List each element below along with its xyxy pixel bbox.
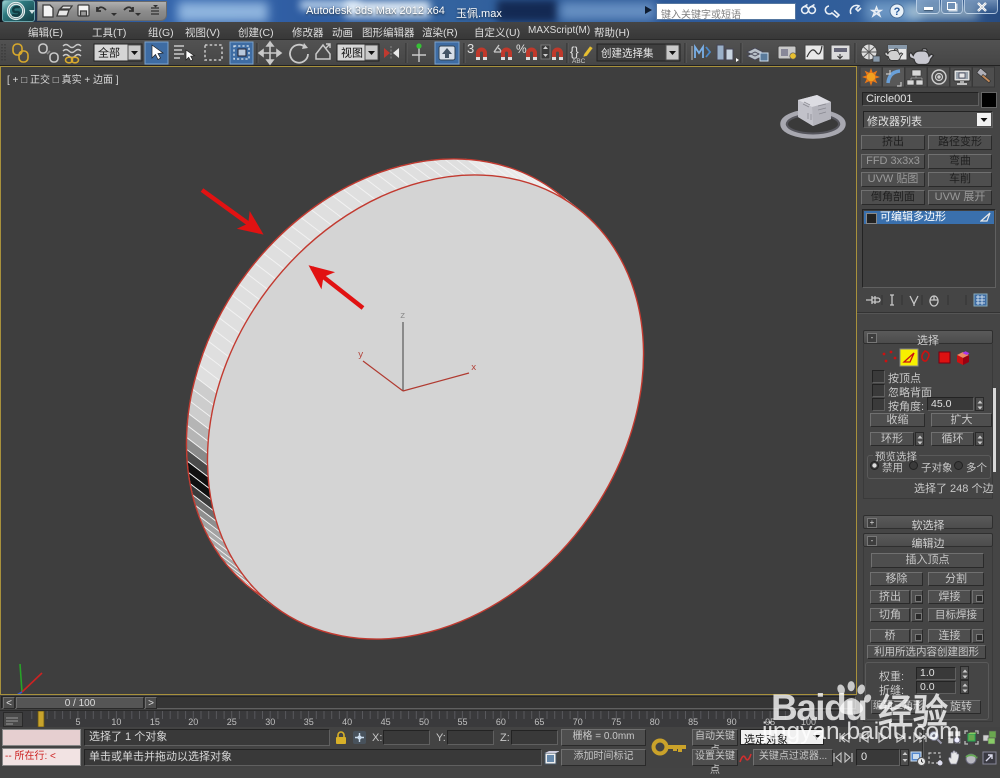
svg-text:40: 40 (342, 717, 352, 727)
svg-text:70: 70 (573, 717, 583, 727)
svg-text:ABC: ABC (572, 58, 586, 65)
svg-text:45: 45 (381, 717, 391, 727)
svg-text:50: 50 (419, 717, 429, 727)
svg-text:25: 25 (227, 717, 237, 727)
svg-text:30: 30 (265, 717, 275, 727)
svg-text:3: 3 (467, 41, 474, 56)
svg-text:全部: 全部 (98, 46, 120, 60)
svg-text:100: 100 (801, 717, 816, 727)
svg-text:35: 35 (304, 717, 314, 727)
svg-text:55: 55 (457, 717, 467, 727)
svg-text:15: 15 (150, 717, 160, 727)
svg-text:85: 85 (688, 717, 698, 727)
svg-text:80: 80 (650, 717, 660, 727)
svg-text:60: 60 (496, 717, 506, 727)
svg-text:?: ? (894, 6, 901, 18)
svg-text:65: 65 (534, 717, 544, 727)
svg-text:5: 5 (75, 717, 80, 727)
svg-text:75: 75 (611, 717, 621, 727)
svg-text:y: y (358, 350, 364, 360)
svg-text:创建选择集: 创建选择集 (601, 47, 654, 60)
svg-text:90: 90 (727, 717, 737, 727)
svg-text:20: 20 (188, 717, 198, 727)
svg-text:10: 10 (111, 717, 121, 727)
svg-text:{}: {} (570, 44, 579, 59)
svg-text:视图: 视图 (341, 46, 363, 60)
svg-text:z: z (400, 311, 405, 321)
svg-text:%: % (516, 42, 527, 56)
svg-text:x: x (471, 363, 476, 373)
svg-text:95: 95 (765, 717, 775, 727)
